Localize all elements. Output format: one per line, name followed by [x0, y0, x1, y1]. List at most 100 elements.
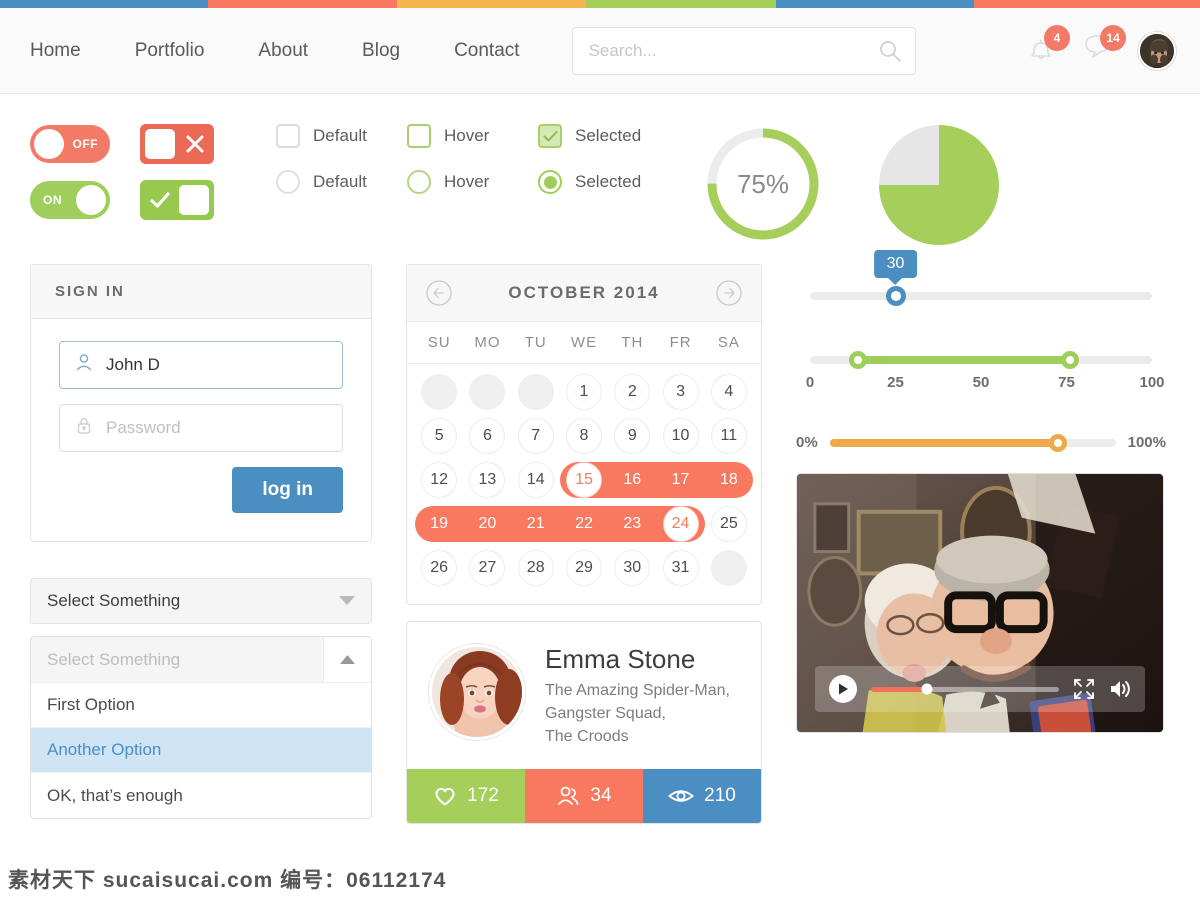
calendar-week-row: 26 27 28 29 30 31	[415, 546, 753, 590]
toggles-row-on: ON	[30, 180, 214, 220]
calendar-day-26[interactable]: 26	[415, 546, 463, 590]
checkbox-selected[interactable]: Selected	[538, 124, 669, 148]
select-option-another[interactable]: Another Option	[31, 728, 371, 773]
calendar-day-22[interactable]: 22	[560, 502, 608, 546]
radio-selected[interactable]: Selected	[538, 170, 669, 194]
calendar-day-14[interactable]: 14	[512, 458, 560, 502]
calendar-day-number: 24	[662, 506, 699, 542]
square-toggle-check[interactable]	[140, 180, 214, 220]
notifications-button[interactable]: 4	[1026, 24, 1070, 71]
username-input[interactable]	[59, 341, 343, 389]
calendar-day-13[interactable]: 13	[463, 458, 511, 502]
calendar-day-4[interactable]: 4	[705, 370, 753, 414]
video-fullscreen-button[interactable]	[1073, 678, 1095, 700]
percent-slider-handle[interactable]	[1049, 433, 1068, 452]
chevron-down-icon	[339, 591, 355, 611]
calendar-day-29[interactable]: 29	[560, 546, 608, 590]
select-closed[interactable]: Select Something	[30, 578, 372, 624]
calendar-day-3[interactable]: 3	[656, 370, 704, 414]
calendar-weekday: SA	[717, 334, 740, 351]
calendar-day-12[interactable]: 12	[415, 458, 463, 502]
profile-stat-views-value: 210	[704, 784, 736, 806]
calendar-day-9[interactable]: 9	[608, 414, 656, 458]
calendar-day-number: 13	[469, 462, 506, 498]
calendar-day-number: 30	[614, 550, 651, 586]
radio-default[interactable]: Default	[276, 170, 407, 194]
nav-link-blog[interactable]: Blog	[362, 40, 400, 62]
fullscreen-icon	[1074, 679, 1094, 699]
calendar-day-2[interactable]: 2	[608, 370, 656, 414]
profile-stat-views[interactable]: 210	[643, 768, 761, 823]
single-slider-track[interactable]: 30	[810, 250, 1152, 306]
login-button[interactable]: log in	[232, 467, 343, 513]
calendar-day-25[interactable]: 25	[705, 502, 753, 546]
video-player[interactable]	[796, 473, 1164, 733]
video-progress-bar[interactable]	[871, 683, 1059, 695]
nav-link-home[interactable]: Home	[30, 40, 81, 62]
calendar-day-number: 9	[614, 418, 651, 454]
toggle-switch-on[interactable]: ON	[30, 181, 110, 219]
range-slider-handle-low[interactable]	[848, 351, 867, 369]
calendar-day-6[interactable]: 6	[463, 414, 511, 458]
video-progress-fill	[871, 686, 928, 692]
search-input[interactable]	[571, 26, 916, 75]
calendar-prev-button[interactable]	[425, 279, 453, 307]
range-slider-track[interactable]	[810, 351, 1152, 369]
single-slider-handle[interactable]	[885, 286, 906, 306]
nav-link-about[interactable]: About	[258, 40, 308, 62]
nav-link-contact[interactable]: Contact	[454, 40, 519, 62]
toggle-switch-off[interactable]: OFF	[30, 125, 110, 163]
calendar-day-15[interactable]: 15	[560, 458, 608, 502]
calendar-day-number: 31	[662, 550, 699, 586]
eye-icon	[668, 789, 695, 802]
profile-stat-followers-value: 34	[590, 784, 612, 806]
select-option-enough[interactable]: OK, that’s enough	[31, 773, 371, 818]
password-input[interactable]	[59, 404, 343, 452]
range-slider-handle-high[interactable]	[1060, 351, 1079, 369]
calendar-day-27[interactable]: 27	[463, 546, 511, 590]
calendar-week-row: 5 6 7 8 9 10 11	[415, 414, 753, 458]
profile-stat-likes[interactable]: 172	[407, 768, 525, 823]
calendar-weekday: TU	[524, 334, 547, 351]
select-option-first[interactable]: First Option	[31, 683, 371, 728]
calendar-day-8[interactable]: 8	[560, 414, 608, 458]
nav-link-portfolio[interactable]: Portfolio	[135, 40, 205, 62]
calendar-next-button[interactable]	[715, 279, 743, 307]
calendar-day-31[interactable]: 31	[656, 546, 704, 590]
avatar[interactable]	[1138, 31, 1176, 70]
calendar-day-21[interactable]: 21	[512, 502, 560, 546]
calendar-day-number: 21	[526, 515, 545, 532]
video-volume-button[interactable]	[1109, 678, 1131, 700]
calendar-day-18[interactable]: 18	[705, 458, 753, 502]
video-play-button[interactable]	[829, 675, 857, 703]
calendar-day-7[interactable]: 7	[512, 414, 560, 458]
calendar-day-16[interactable]: 16	[608, 458, 656, 502]
toggle-off-label: OFF	[72, 137, 98, 151]
checkbox-default[interactable]: Default	[276, 124, 407, 148]
calendar-day-28[interactable]: 28	[512, 546, 560, 590]
calendar-day-11[interactable]: 11	[705, 414, 753, 458]
video-progress-knob[interactable]	[921, 683, 933, 695]
select-collapse-button[interactable]	[323, 637, 371, 682]
messages-button[interactable]: 14	[1082, 24, 1126, 71]
square-toggle-x[interactable]	[140, 124, 214, 164]
top-navigation-bar: Home Portfolio About Blog Contact 4	[0, 8, 1200, 94]
calendar-day-number: 20	[478, 515, 497, 532]
calendar-day-24[interactable]: 24	[656, 502, 704, 546]
select-closed-value: Select Something	[47, 591, 181, 610]
calendar-day-23[interactable]: 23	[608, 502, 656, 546]
calendar-day-17[interactable]: 17	[656, 458, 704, 502]
sign-in-header: SIGN IN	[31, 265, 371, 319]
profile-stat-followers[interactable]: 34	[525, 768, 643, 823]
calendar-day-20[interactable]: 20	[463, 502, 511, 546]
radio-hover[interactable]: Hover	[407, 170, 538, 194]
calendar-day-30[interactable]: 30	[608, 546, 656, 590]
calendar-day-1[interactable]: 1	[560, 370, 608, 414]
video-controls	[815, 666, 1145, 712]
percent-slider-track[interactable]	[829, 433, 1116, 452]
watermark-text: 素材天下 sucaisucai.com 编号：06112174	[8, 869, 447, 892]
calendar-day-10[interactable]: 10	[656, 414, 704, 458]
checkbox-hover[interactable]: Hover	[407, 124, 538, 148]
calendar-day-19[interactable]: 19	[415, 502, 463, 546]
calendar-day-5[interactable]: 5	[415, 414, 463, 458]
